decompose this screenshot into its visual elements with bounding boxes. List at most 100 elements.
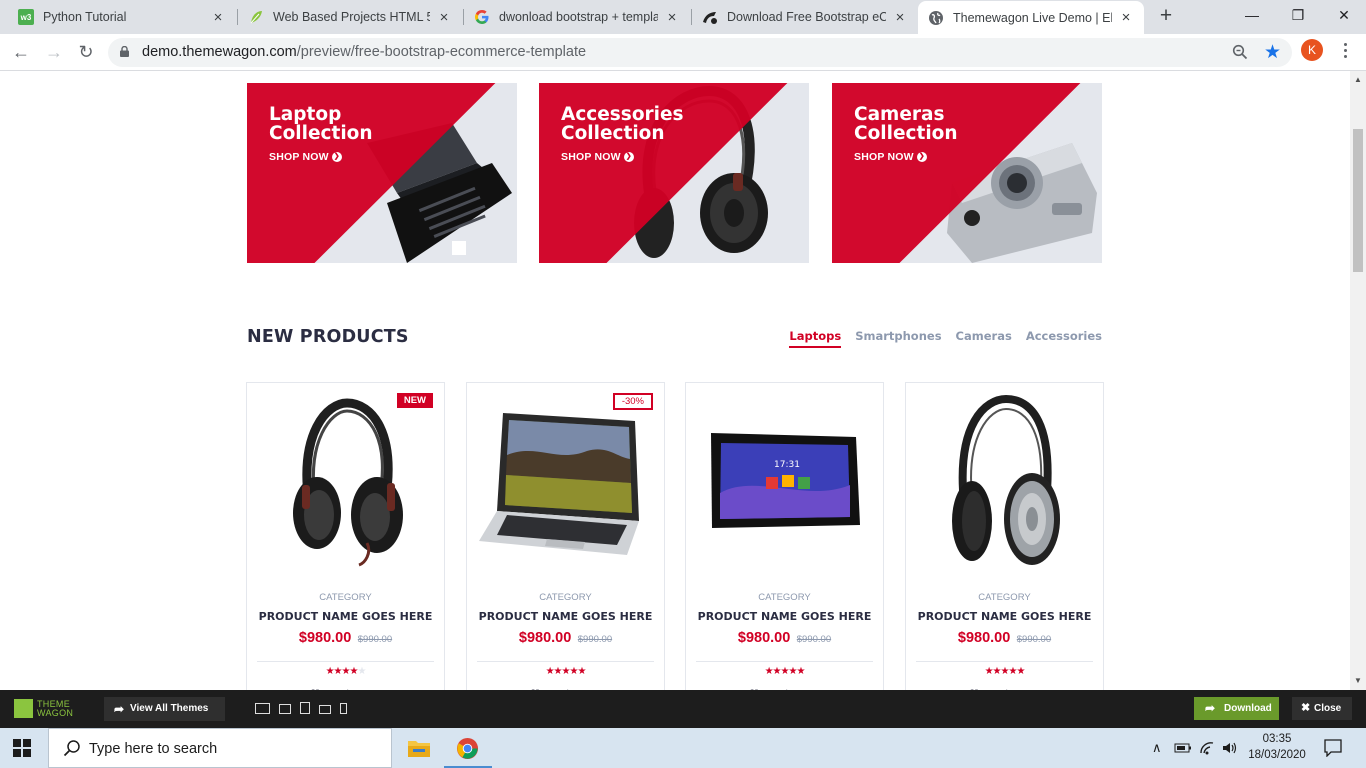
arrow-circle-icon: ❯ xyxy=(623,152,634,162)
tablet-landscape-icon[interactable] xyxy=(319,705,331,714)
tab-laptops[interactable]: Laptops xyxy=(789,329,842,348)
share-arrow-icon: ➦ xyxy=(1205,701,1216,715)
product-name[interactable]: PRODUCT NAME GOES HERE xyxy=(906,610,1103,623)
product-price: $980.00 $990.00 xyxy=(737,630,832,646)
browser-tab[interactable]: Download Free Bootstrap eCor × xyxy=(692,0,918,34)
chrome-icon xyxy=(456,737,479,760)
product-card[interactable]: NEW CATEGORY PRODUCT NAME GOES HERE $980… xyxy=(246,382,445,690)
close-tab-icon[interactable]: × xyxy=(892,9,908,26)
themewagon-logo[interactable]: THEME WAGON xyxy=(14,699,73,718)
wifi-icon[interactable] xyxy=(1199,741,1215,755)
mobile-icon[interactable] xyxy=(340,703,347,714)
notification-icon[interactable] xyxy=(1324,739,1342,757)
collection-banner-cameras[interactable]: Cameras Collection SHOP NOW ❯ xyxy=(832,83,1102,263)
svg-text:17:31: 17:31 xyxy=(774,460,800,470)
view-all-themes-button[interactable]: ➦ View All Themes xyxy=(104,697,225,721)
product-card[interactable]: CATEGORY PRODUCT NAME GOES HERE $980.00 … xyxy=(905,382,1104,690)
browser-tab-strip: w3 Python Tutorial × Web Based Projects … xyxy=(0,0,1366,34)
search-icon xyxy=(63,740,80,757)
themewagon-preview-bar: THEME WAGON ➦ View All Themes ➦ Download … xyxy=(0,690,1366,728)
zoom-icon[interactable] xyxy=(1232,44,1248,60)
collection-banner-laptop[interactable]: Laptop Collection SHOP NOW ❯ xyxy=(247,83,517,263)
scroll-up-icon[interactable]: ▲ xyxy=(1354,75,1362,84)
laptop-product-image xyxy=(479,413,639,555)
product-card[interactable]: 17:31 CATEGORY PRODUCT NAME GOES HERE $9… xyxy=(685,382,884,690)
laptop-icon[interactable] xyxy=(279,704,291,714)
browser-tab[interactable]: Web Based Projects HTML 5 Cs × xyxy=(238,0,462,34)
tab-smartphones[interactable]: Smartphones xyxy=(855,329,941,348)
window-close-button[interactable]: ✕ xyxy=(1321,0,1366,32)
collection-title: Laptop Collection xyxy=(269,104,373,144)
new-badge: NEW xyxy=(396,393,433,408)
rating-stars: ★★★★★ xyxy=(764,666,806,677)
product-name[interactable]: PRODUCT NAME GOES HERE xyxy=(467,610,664,623)
chrome-taskbar-button[interactable] xyxy=(444,728,492,768)
windows-start-icon[interactable] xyxy=(13,739,31,757)
collection-title: Cameras Collection xyxy=(854,104,958,144)
rating-stars: ★★★★★ xyxy=(545,666,587,677)
minimize-button[interactable]: — xyxy=(1229,0,1275,32)
product-category: CATEGORY xyxy=(978,592,1031,603)
headphones-product-image xyxy=(293,398,403,567)
product-price: $980.00 $990.00 xyxy=(518,630,613,646)
folder-icon xyxy=(408,741,430,757)
taskbar-search-box[interactable]: Type here to search xyxy=(48,728,392,768)
reload-button[interactable]: ↻ xyxy=(74,40,98,64)
bookmark-star-icon[interactable]: ★ xyxy=(1264,41,1281,64)
tab-cameras[interactable]: Cameras xyxy=(956,329,1012,348)
desktop-icon[interactable] xyxy=(255,703,270,714)
browser-tab[interactable]: dwonload bootstrap + templat × xyxy=(464,0,690,34)
product-name[interactable]: PRODUCT NAME GOES HERE xyxy=(686,610,883,623)
shop-now-link[interactable]: SHOP NOW ❯ xyxy=(269,151,342,163)
w3schools-icon: w3 xyxy=(18,9,34,25)
url-text[interactable]: demo.themewagon.com/preview/free-bootstr… xyxy=(142,44,586,60)
tab-accessories[interactable]: Accessories xyxy=(1026,329,1102,348)
arrow-circle-icon: ❯ xyxy=(916,152,927,162)
shop-now-link[interactable]: SHOP NOW ❯ xyxy=(561,151,634,163)
back-button[interactable]: ← xyxy=(9,40,33,64)
shop-now-link[interactable]: SHOP NOW ❯ xyxy=(854,151,927,163)
browser-toolbar: ← → ↻ demo.themewagon.com/preview/free-b… xyxy=(0,34,1366,71)
battery-icon[interactable] xyxy=(1174,741,1192,755)
browser-menu-icon[interactable] xyxy=(1339,40,1351,60)
show-hidden-icons[interactable]: ∧ xyxy=(1152,728,1162,768)
collection-title: Accessories Collection xyxy=(561,104,684,144)
scroll-down-icon[interactable]: ▼ xyxy=(1354,676,1362,685)
product-price: $980.00 $990.00 xyxy=(957,630,1052,646)
taskbar-clock[interactable]: 03:35 18/03/2020 xyxy=(1246,731,1308,763)
product-name[interactable]: PRODUCT NAME GOES HERE xyxy=(247,610,444,623)
tablet-icon[interactable] xyxy=(300,702,310,714)
close-tab-icon[interactable]: × xyxy=(1118,9,1134,26)
maximize-button[interactable]: ❐ xyxy=(1275,0,1321,32)
tablet-product-image: 17:31 xyxy=(711,433,860,528)
globe-icon xyxy=(928,10,944,26)
file-explorer-taskbar-button[interactable] xyxy=(395,728,443,768)
section-title: NEW PRODUCTS xyxy=(247,327,409,347)
collection-banner-accessories[interactable]: Accessories Collection SHOP NOW ❯ xyxy=(539,83,809,263)
browser-tab-active[interactable]: Themewagon Live Demo | Elec × xyxy=(918,1,1144,34)
product-category-tabs: Laptops Smartphones Cameras Accessories xyxy=(789,329,1102,348)
browser-tab[interactable]: w3 Python Tutorial × xyxy=(8,0,236,34)
lock-icon[interactable] xyxy=(120,46,129,57)
download-button[interactable]: ➦ Download xyxy=(1194,697,1279,720)
product-card[interactable]: -30% CATEGORY PRODUCT NAME GOES HERE $98… xyxy=(466,382,665,690)
volume-icon[interactable] xyxy=(1222,741,1238,755)
themewagon-icon xyxy=(702,9,718,25)
address-bar[interactable]: demo.themewagon.com/preview/free-bootstr… xyxy=(108,38,1292,67)
page-scrollbar[interactable]: ▲ ▼ xyxy=(1350,71,1366,690)
leaf-icon xyxy=(248,9,264,25)
close-tab-icon[interactable]: × xyxy=(436,9,452,26)
close-tab-icon[interactable]: × xyxy=(210,9,226,26)
profile-avatar[interactable]: K xyxy=(1301,39,1323,61)
page-viewport: Laptop Collection SHOP NOW ❯ Accessories … xyxy=(0,71,1350,690)
close-tab-icon[interactable]: × xyxy=(664,9,680,26)
rating-stars: ★★★★★ xyxy=(984,666,1026,677)
device-preview-switcher xyxy=(255,702,347,714)
new-tab-button[interactable]: + xyxy=(1156,5,1176,26)
product-category: CATEGORY xyxy=(539,592,592,603)
product-category: CATEGORY xyxy=(758,592,811,603)
product-price: $980.00 $990.00 xyxy=(298,630,393,646)
scrollbar-thumb[interactable] xyxy=(1353,129,1363,272)
close-preview-button[interactable]: ✖ Close xyxy=(1292,697,1352,720)
forward-button[interactable]: → xyxy=(42,40,66,64)
